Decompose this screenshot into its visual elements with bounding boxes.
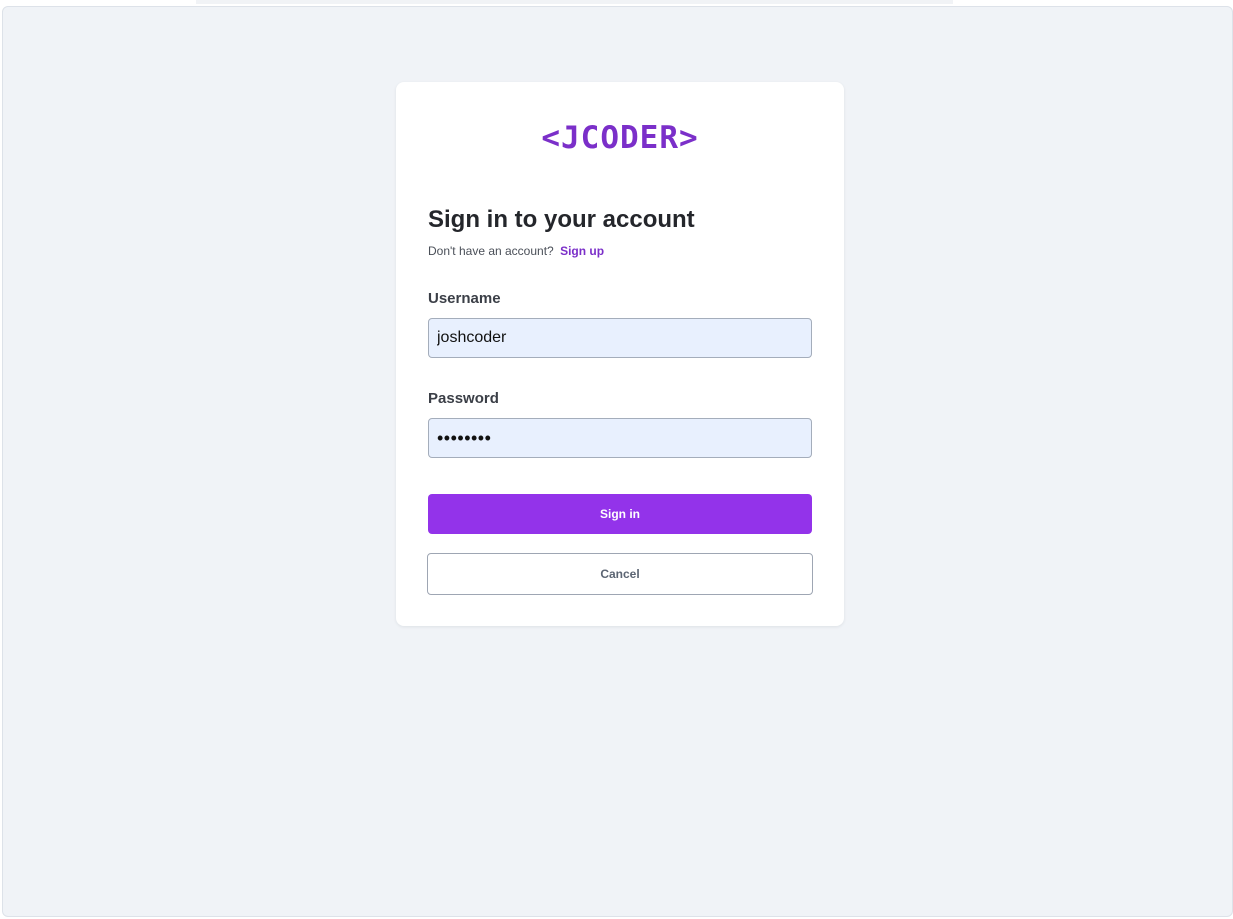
page-title: Sign in to your account [428,206,695,233]
signup-prompt-text: Don't have an account? [428,244,554,258]
password-input[interactable] [428,418,812,458]
jcoder-logo: <JCODER> [541,120,699,156]
password-label: Password [428,390,499,407]
signup-link[interactable]: Sign up [560,244,604,258]
username-input[interactable] [428,318,812,358]
sign-in-button[interactable]: Sign in [428,494,812,534]
username-label: Username [428,290,501,307]
top-strip [196,0,953,4]
cancel-button[interactable]: Cancel [427,553,813,595]
page-background: <JCODER> Sign in to your account Don't h… [2,6,1233,917]
login-card: <JCODER> Sign in to your account Don't h… [396,82,844,626]
signup-prompt: Don't have an account? Sign up [428,244,604,258]
